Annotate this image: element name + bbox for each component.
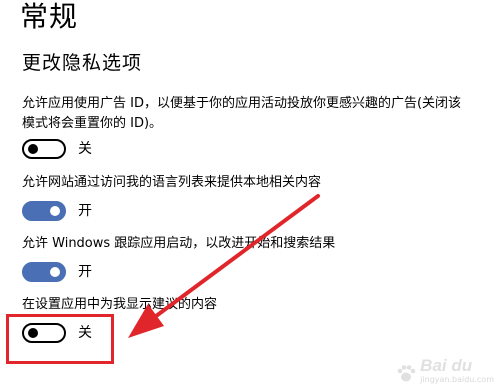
watermark-brand: Bai du (420, 356, 473, 375)
paw-logo-icon (397, 365, 416, 382)
watermark-subtitle: jingyan.baidu.com (420, 375, 494, 384)
watermark-text: Bai du jingyan.baidu.com (420, 357, 494, 385)
annotation-arrow-icon (128, 194, 320, 338)
watermark: Bai du jingyan.baidu.com (395, 357, 494, 385)
